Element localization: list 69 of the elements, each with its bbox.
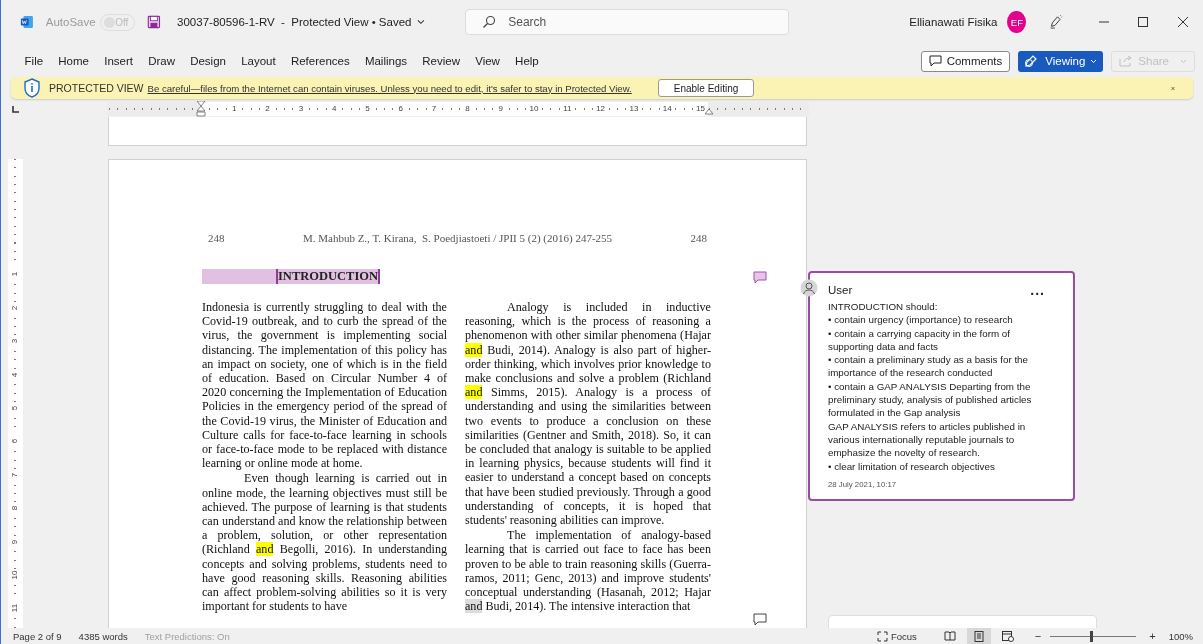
indent-marker-icon[interactable] — [196, 101, 206, 117]
protected-view-link[interactable]: Be careful—files from the Internet can contain viruses. Unless you need to edit, it's safer to stay in Protected View. — [147, 82, 632, 94]
user-name: Ellianawati Fisika — [909, 16, 998, 28]
more-options-button[interactable]: ... — [1030, 283, 1045, 296]
paragraph: Analogy is included in inductive reasoning, which is the process of reasoning a phenomenon with other similar phenomena (Hajar and Budi, 2014). Analogy is also part of higher-order thinking, which involves prior knowledge to make conclusions and solve a problem (Richland and Simms, 2015). Analogy is a process of understanding and using the similarities between two events to produce a conclusion on these similarities (Gentner and Smith, 2018). So, it can be concluded that analogy is suitable to be applied in learning physics, because students will find it easier to understand a concept based on concepts that have been studied previously. Through a good understanding of concepts, it is hoped that students' reasoning abilities can improve. — [465, 300, 711, 528]
page-icon — [973, 630, 984, 642]
print-view-button[interactable] — [966, 628, 991, 644]
menu-tab[interactable]: Mailings — [357, 49, 415, 73]
running-header: M. Mahbub Z., T. Kirana, S. Poedjiastoeti / JPII 5 (2) (2016) 247-255 — [302, 232, 613, 244]
comment-text: • clear limitation of research objectives — [828, 459, 996, 473]
user-avatar[interactable]: EF — [1007, 11, 1027, 33]
document-title[interactable]: 30037-80596-1-RV - Protected View • Saved — [177, 16, 412, 28]
section-heading: INTRODUCTION — [202, 269, 380, 284]
menu-tab[interactable]: File — [17, 49, 51, 73]
vertical-ruler[interactable]: 1 2 3 4 5 6 7 8 9 10 11 — [8, 159, 23, 628]
shield-icon — [23, 78, 41, 98]
comment-marker-icon[interactable] — [753, 613, 767, 626]
focus-button[interactable]: Focus — [876, 630, 917, 642]
save-icon[interactable] — [147, 14, 162, 30]
menu-tab[interactable]: References — [283, 49, 358, 73]
search-field[interactable]: Search — [465, 9, 790, 35]
share-icon — [1119, 55, 1134, 67]
word-count[interactable]: 4385 words — [78, 630, 128, 642]
page-number: 248 — [208, 232, 225, 244]
menu-tab[interactable]: Help — [507, 49, 547, 73]
comment-text: GAP ANALYSIS refers to articles published in various internationally reputable journals to emphasize the novelty of research. — [828, 419, 1027, 460]
close-icon — [1177, 16, 1190, 28]
zoom-out-button[interactable]: − — [1034, 630, 1042, 642]
paragraph: Even though learning is carried out in online mode, the learning objectives must still be achieved. The purpose of learning is that students can understand and know the relationship between a problem, solution, or other representation (Richland and Begolli, 2016). In understanding concepts and solving problems, students need to have good reasoning skills. Reasoning abilities can affect problem-solving abilities so it is very important for students to have — [202, 471, 447, 614]
paragraph: The implementation of analogy-based learning that is carried out face to face has been proven to be able to train reasoning skills (Guerra-ramos, 2011; Genc, 2013) and improve students' conceptual understanding (Hasanah, 2012; Hajar and Budi, 2014). The intensive interaction that — [465, 528, 711, 614]
menu-tab[interactable]: Insert — [96, 49, 141, 73]
autosave-label: AutoSave — [45, 16, 96, 28]
menu-tab[interactable]: Design — [182, 49, 234, 73]
horizontal-ruler[interactable]: 1 2 3 4 5 6 7 8 9 10 11 12 13 14 15 — [107, 102, 809, 116]
book-icon — [943, 631, 956, 641]
menu-tab[interactable]: Draw — [140, 49, 183, 73]
comment-text: • contain a carrying capacity in the form of supporting data and facts — [828, 326, 1012, 354]
comment-marker-icon[interactable] — [753, 271, 767, 284]
comment-text: • contain a preliminary study as a basis for the importance of the research conducted — [828, 353, 1029, 380]
enable-editing-button[interactable]: Enable Editing — [657, 79, 755, 97]
comments-button[interactable]: Comments — [920, 50, 1011, 72]
maximize-icon — [1137, 16, 1150, 28]
page-number: 248 — [690, 232, 707, 244]
app-logo-icon[interactable] — [20, 14, 34, 30]
menu-tab[interactable]: Home — [50, 49, 97, 73]
comment-author: User — [828, 283, 853, 296]
web-page-icon — [1001, 630, 1014, 642]
zoom-level[interactable]: 100% — [1168, 630, 1193, 642]
page-count[interactable]: Page 2 of 9 — [13, 630, 62, 642]
menu-tab[interactable]: Review — [414, 49, 468, 73]
menu-tab[interactable]: Layout — [233, 49, 284, 73]
caret-icon — [1090, 58, 1098, 64]
caret-icon — [1180, 58, 1187, 64]
tab-stop-icon[interactable] — [12, 105, 19, 113]
comment-icon — [928, 55, 942, 67]
zoom-in-button[interactable]: + — [1149, 630, 1156, 642]
comment-card[interactable] — [808, 271, 1075, 501]
pen-icon[interactable] — [1048, 13, 1064, 31]
comment-text: • contain a GAP ANALYSIS Departing from the preliminary study, analysis of published articles formulated in the Gap analysis — [828, 379, 1033, 420]
chevron-down-icon[interactable] — [417, 19, 426, 25]
menu-tab[interactable]: View — [467, 49, 508, 73]
search-icon — [482, 15, 497, 29]
focus-icon — [876, 630, 888, 642]
paragraph: Indonesia is currently struggling to deal with the Covid-19 outbreak, and to curb the spread of the virus, the government is implementing social distancing. The implementation of this policy has an impact on society, one of which is in the field of education. Based on Circular Number 4 of 2020 concerning the Implementation of Education Policies in the emergency period of the spread of the Covid-19 virus, the Minister of Education and Culture calls for face-to-face learning in schools or face-to-face mode to be replaced with distance learning or online mode at home. — [202, 300, 447, 471]
comment-text: • contain urgency (importance) to research — [828, 313, 1014, 327]
viewing-button[interactable]: Viewing — [1018, 50, 1104, 72]
zoom-slider-thumb[interactable] — [1089, 630, 1093, 642]
comment-text: INTRODUCTION should: — [828, 300, 939, 314]
protected-view-title: PROTECTED VIEW — [49, 82, 144, 94]
